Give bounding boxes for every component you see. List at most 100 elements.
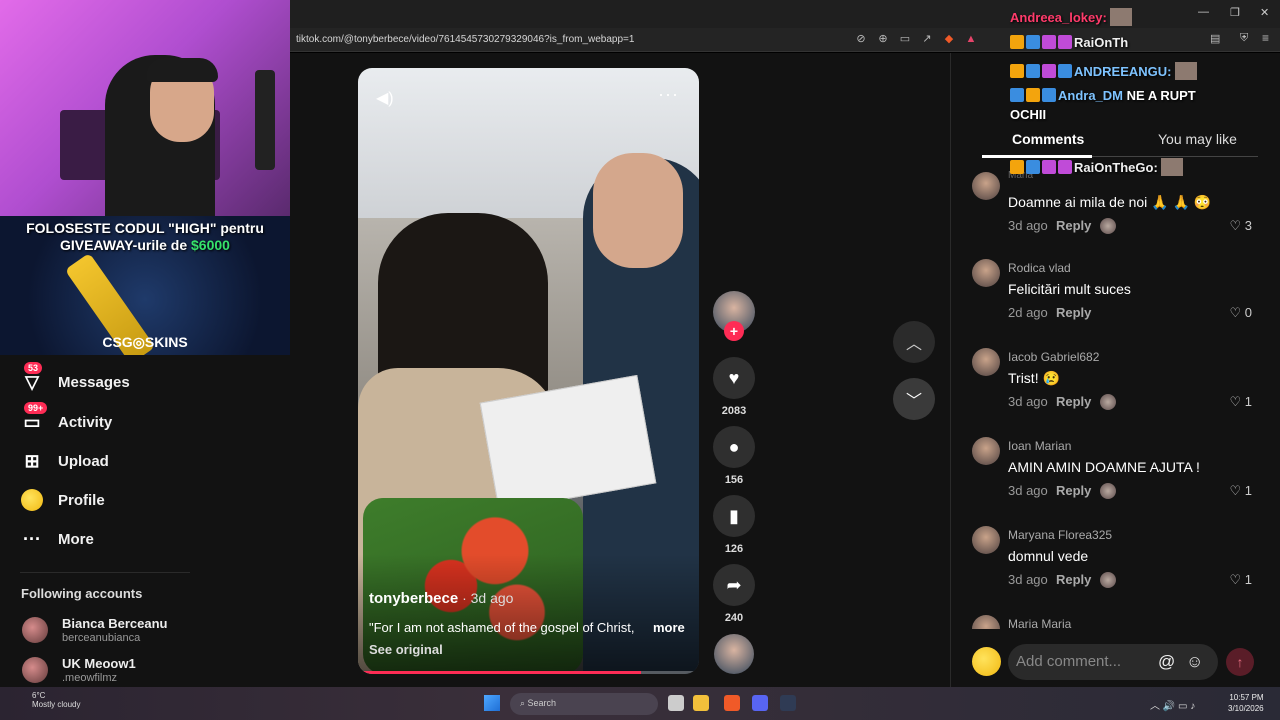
comment-user[interactable]: Ioan Marian — [1008, 439, 1071, 453]
chat-user: RaiOnTh — [1074, 35, 1129, 50]
comment-like[interactable]: ♡ 0 — [1229, 305, 1252, 321]
avatar[interactable] — [972, 259, 1000, 287]
sidebar-item-upload[interactable]: ⊞ Upload — [20, 449, 109, 473]
sidebar-item-label: Messages — [58, 373, 130, 391]
comment-action[interactable]: ● 156 — [712, 426, 756, 486]
avatar[interactable] — [972, 615, 1000, 629]
weather-widget[interactable]: 6°C Mostly cloudy — [12, 691, 80, 709]
start-icon[interactable] — [484, 695, 500, 711]
comment-icon[interactable]: ● — [713, 426, 755, 468]
comment-text: AMIN AMIN DOAMNE AJUTA ! — [1008, 459, 1200, 475]
share-icon[interactable]: ↗ — [920, 32, 934, 46]
music-disc[interactable] — [712, 634, 756, 674]
avatar[interactable] — [972, 172, 1000, 200]
mention-icon[interactable]: @ — [1158, 652, 1175, 672]
save-action[interactable]: ▮ 126 — [712, 495, 756, 555]
chat-line: RaiOnTh — [1010, 35, 1128, 50]
sidebar-item-more[interactable]: ··· More — [20, 527, 94, 551]
brave-icon[interactable] — [724, 695, 740, 711]
messages-badge: 53 — [24, 362, 43, 374]
system-tray[interactable]: ︿ 🔊 ▭ ♪ — [1150, 697, 1195, 712]
discord-icon[interactable] — [752, 695, 768, 711]
task-view-icon[interactable] — [668, 695, 684, 711]
no-tracking-icon[interactable]: ⊘ — [854, 32, 868, 46]
restore-icon[interactable]: ❐ — [1230, 6, 1240, 19]
avatar[interactable] — [972, 348, 1000, 376]
heart-icon[interactable]: ♥ — [713, 357, 755, 399]
more-options-icon[interactable]: ··· — [658, 84, 679, 105]
address-bar[interactable]: tiktok.com/@tonyberbece/video/7614545730… — [290, 28, 1280, 52]
tab-you-may-like[interactable]: You may like — [1158, 131, 1237, 147]
reply-button[interactable]: Reply — [1056, 572, 1091, 587]
weather-desc: Mostly cloudy — [32, 700, 81, 709]
follow-plus-icon[interactable]: + — [724, 321, 744, 341]
sidebar-item-label: Upload — [58, 452, 109, 470]
author-name[interactable]: tonyberbece — [369, 590, 458, 607]
avatar: + — [713, 291, 755, 341]
taskbar-search[interactable]: ⌕ Search — [510, 693, 658, 715]
reply-button[interactable]: Reply — [1056, 305, 1091, 320]
comment-like-count: 1 — [1244, 394, 1252, 409]
reply-button[interactable]: Reply — [1056, 394, 1091, 409]
sidebar-item-activity[interactable]: ▭ 99+ Activity — [20, 402, 112, 434]
creator-liked-avatar — [1100, 572, 1116, 588]
like-action[interactable]: ♥ 2083 — [712, 357, 756, 417]
comment-user[interactable]: Maria Maria — [1008, 617, 1071, 629]
comment-user[interactable]: Iacob Gabriel682 — [1008, 350, 1099, 364]
comment-user[interactable]: Maryana Florea325 — [1008, 528, 1112, 542]
video-progress[interactable] — [358, 671, 699, 674]
see-original-button[interactable]: See original — [369, 642, 443, 657]
comment-user[interactable]: Rodica vlad — [1008, 261, 1071, 275]
share-action[interactable]: ➦ 240 — [712, 564, 756, 624]
install-icon[interactable]: ▭ — [898, 32, 912, 46]
comment-like-count: 1 — [1244, 572, 1252, 587]
creator-avatar[interactable]: + — [712, 291, 756, 341]
send-button[interactable]: ↑ — [1226, 648, 1254, 676]
crown-badge-icon — [1010, 160, 1024, 174]
share-icon[interactable]: ➦ — [713, 564, 755, 606]
minimize-icon[interactable]: — — [1198, 6, 1209, 18]
bookmark-icon[interactable]: ▮ — [713, 495, 755, 537]
following-account[interactable]: Bianca Berceanu berceanubianca — [22, 616, 168, 644]
caption-more-button[interactable]: more — [653, 620, 685, 635]
sound-avatar — [714, 634, 754, 674]
following-account[interactable]: UK Meoow1 .meowfilmz — [22, 656, 136, 684]
comment-like[interactable]: ♡ 1 — [1229, 572, 1252, 588]
file-explorer-icon[interactable] — [693, 695, 709, 711]
reply-button[interactable]: Reply — [1056, 218, 1091, 233]
account-handle: berceanubianca — [62, 632, 141, 644]
steam-icon[interactable] — [780, 695, 796, 711]
menu-icon[interactable]: ≡ — [1262, 31, 1269, 45]
comment-like-count: 1 — [1244, 483, 1252, 498]
volume-icon[interactable]: ◀) — [376, 88, 394, 108]
comment-time: 3d ago — [1008, 483, 1048, 498]
avatar[interactable] — [972, 437, 1000, 465]
vpn-icon[interactable]: ⛨ — [1240, 32, 1248, 45]
tab-comments[interactable]: Comments — [1012, 131, 1084, 147]
video-player[interactable]: ◀) ··· tonyberbece · 3d ago "For I am no… — [358, 68, 699, 674]
chat-message: OCHII — [1010, 107, 1047, 122]
video-author[interactable]: tonyberbece · 3d ago — [369, 590, 513, 607]
url-text[interactable]: tiktok.com/@tonyberbece/video/7614545730… — [296, 34, 634, 45]
avatar[interactable] — [972, 526, 1000, 554]
sidebar-item-messages[interactable]: ▽ 53 Messages — [20, 362, 130, 394]
next-video-button[interactable]: ﹀ — [893, 378, 935, 420]
sidebar-item-profile[interactable]: Profile — [20, 488, 105, 512]
clock[interactable]: 10:57 PM 3/10/2026 — [1228, 692, 1264, 714]
video-progress-fill — [358, 671, 642, 674]
rewards-icon[interactable]: ▲ — [964, 32, 978, 46]
clock-time: 10:57 PM — [1229, 693, 1264, 702]
comment-like[interactable]: ♡ 3 — [1229, 218, 1252, 234]
avatar — [22, 617, 48, 643]
reply-button[interactable]: Reply — [1056, 483, 1091, 498]
brave-shield-icon[interactable]: ◆ — [942, 32, 956, 46]
emoji-icon[interactable]: ☺ — [1186, 652, 1203, 672]
close-icon[interactable]: ✕ — [1260, 6, 1269, 19]
comment-item: Maria Maria — [972, 615, 1252, 629]
comments-panel — [950, 53, 1280, 687]
previous-video-button[interactable]: ︿ — [893, 321, 935, 363]
zoom-icon[interactable]: ⊕ — [876, 32, 890, 46]
comment-like[interactable]: ♡ 1 — [1229, 483, 1252, 499]
comment-like[interactable]: ♡ 1 — [1229, 394, 1252, 410]
sidebar-icon[interactable]: ▤ — [1210, 32, 1220, 45]
